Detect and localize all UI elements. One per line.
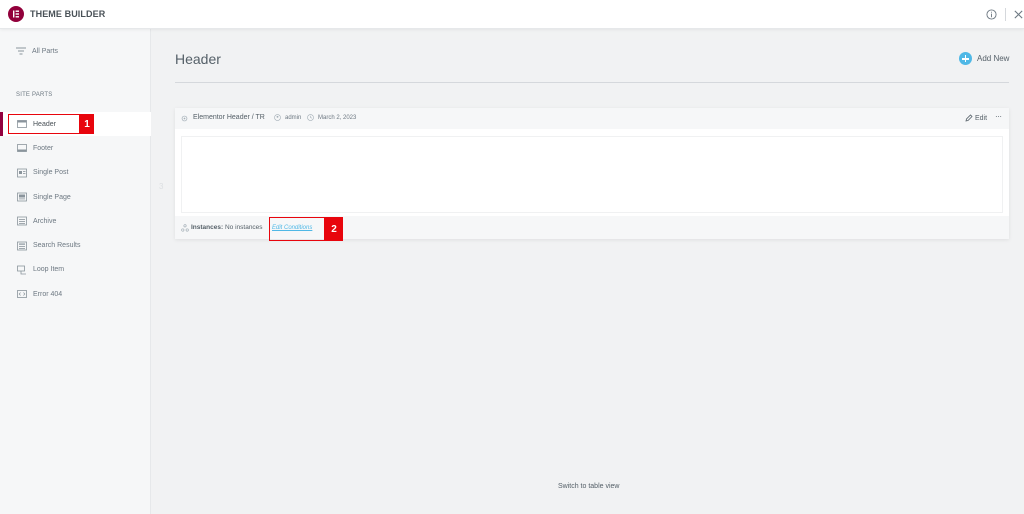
annotation-number-2: 2 <box>325 217 343 241</box>
sidebar-item-footer[interactable]: Footer <box>0 136 151 160</box>
site-parts-heading: SITE PARTS <box>16 92 53 98</box>
sidebar-item-label: Archive <box>33 217 57 225</box>
toolbar-divider <box>1005 8 1006 21</box>
more-options-button[interactable]: ··· <box>995 112 1002 121</box>
clock-icon <box>307 114 314 121</box>
top-bar: THEME BUILDER <box>0 0 1024 29</box>
sidebar-item-single-post[interactable]: Single Post <box>0 161 151 185</box>
instances-label: Instances: <box>191 224 224 231</box>
instances-info: Instances: No instances <box>191 224 263 231</box>
all-parts-label: All Parts <box>32 47 59 55</box>
search-results-icon <box>17 241 27 251</box>
app-title: THEME BUILDER <box>30 9 106 19</box>
active-indicator <box>0 112 3 137</box>
template-date: March 2, 2023 <box>307 114 356 121</box>
add-new-label: Add New <box>977 54 1010 63</box>
elementor-logo-icon <box>8 6 24 22</box>
user-icon <box>274 114 281 121</box>
sidebar-item-archive[interactable]: Archive <box>0 209 151 233</box>
annotation-number-3: 3 <box>159 182 164 191</box>
filter-icon <box>16 47 26 55</box>
template-title: Elementor Header / TR <box>193 114 265 121</box>
add-new-button[interactable]: Add New <box>959 52 1009 65</box>
error-404-icon <box>17 290 27 299</box>
sidebar-item-label: Search Results <box>33 242 81 250</box>
annotation-box-2 <box>269 217 325 241</box>
sidebar-item-error-404[interactable]: Error 404 <box>0 282 151 306</box>
instances-icon <box>181 224 189 232</box>
all-parts-link[interactable]: All Parts <box>16 45 58 57</box>
plus-circle-icon <box>959 52 972 65</box>
single-post-icon <box>17 168 27 178</box>
sidebar-item-label: Single Post <box>33 169 69 177</box>
single-page-icon <box>17 192 27 202</box>
close-icon[interactable] <box>1013 9 1024 20</box>
info-icon[interactable] <box>986 9 997 20</box>
status-dot-icon <box>181 115 188 122</box>
site-parts-list: Header Footer Single Post Single Page Ar… <box>0 112 151 306</box>
footer-icon <box>17 144 27 153</box>
annotation-box-1 <box>8 114 80 134</box>
sidebar-item-label: Error 404 <box>33 290 63 298</box>
edit-label: Edit <box>975 114 988 122</box>
sidebar-item-label: Footer <box>33 144 54 152</box>
author-name: admin <box>285 114 302 121</box>
date-value: March 2, 2023 <box>318 114 357 121</box>
card-header: Elementor Header / TR admin March 2, 202… <box>175 108 1009 129</box>
page-title: Header <box>175 51 221 67</box>
annotation-number-1: 1 <box>80 114 94 134</box>
sidebar-item-single-page[interactable]: Single Page <box>0 185 151 209</box>
sidebar-item-search-results[interactable]: Search Results <box>0 233 151 257</box>
sidebar-item-label: Loop Item <box>33 266 65 274</box>
title-divider <box>175 82 1009 83</box>
template-author: admin <box>274 114 301 121</box>
sidebar: All Parts SITE PARTS Header Footer Singl… <box>0 29 151 514</box>
edit-button[interactable]: Edit <box>965 114 987 122</box>
template-preview[interactable] <box>181 136 1003 213</box>
loop-item-icon <box>17 265 26 275</box>
sidebar-item-loop-item[interactable]: Loop Item <box>0 258 151 282</box>
main-content: Header Add New Elementor Header / TR adm… <box>151 29 1024 514</box>
sidebar-item-label: Single Page <box>33 193 71 201</box>
switch-to-table-view-link[interactable]: Switch to table view <box>558 483 619 490</box>
archive-icon <box>17 216 27 226</box>
pencil-icon <box>965 114 973 122</box>
instances-value: No instances <box>224 224 263 231</box>
